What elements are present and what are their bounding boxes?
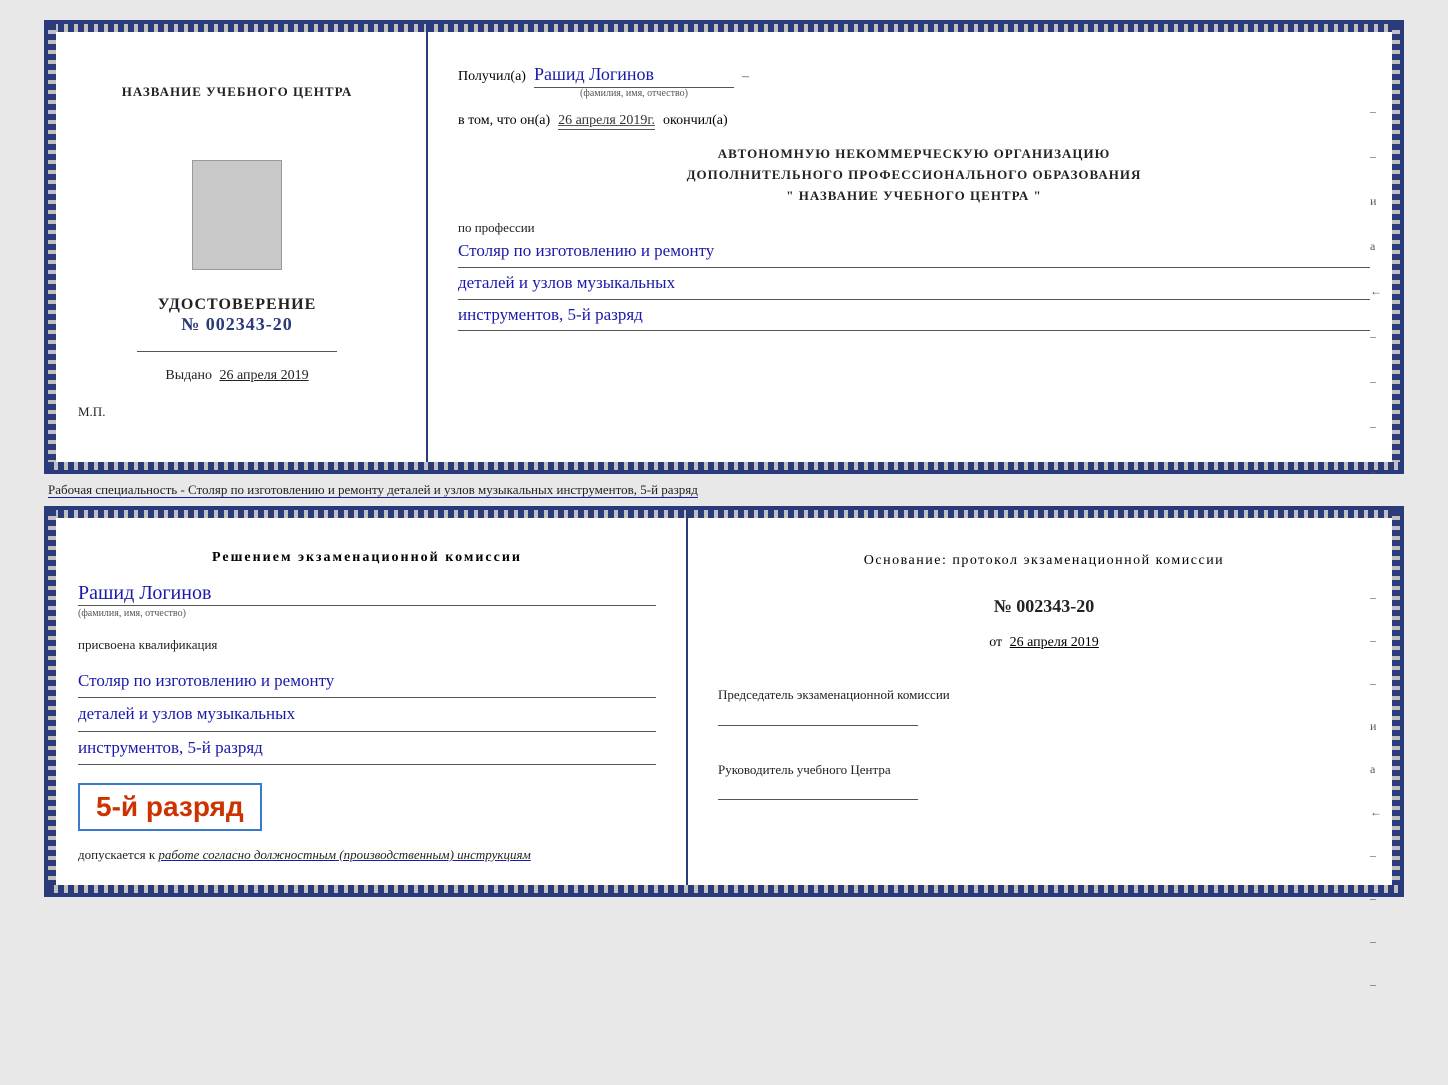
rukovod-sign-line: [718, 799, 918, 800]
decision-label: Решением экзаменационной комиссии: [78, 550, 656, 566]
date-line: в том, что он(а) 26 апреля 2019г. окончи…: [458, 113, 1370, 130]
org-block: АВТОНОМНУЮ НЕКОММЕРЧЕСКУЮ ОРГАНИЗАЦИЮ ДО…: [458, 144, 1370, 206]
profession-line3: инструментов, 5-й разряд: [458, 300, 1370, 332]
bottom-left-panel: Решением экзаменационной комиссии Рашид …: [48, 510, 688, 893]
profession-block: по профессии Столяр по изготовлению и ре…: [458, 220, 1370, 331]
qualification-line1: Столяр по изготовлению и ремонту: [78, 665, 656, 698]
recipient-line: Получил(а) Рашид Логинов (фамилия, имя, …: [458, 64, 1370, 99]
chairman-block: Председатель экзаменационной комиссии: [718, 685, 1370, 726]
separator-text: Рабочая специальность - Столяр по изгото…: [44, 474, 1404, 506]
top-right-panel: Получил(а) Рашид Логинов (фамилия, имя, …: [428, 24, 1400, 470]
bottom-document: Решением экзаменационной комиссии Рашид …: [44, 506, 1404, 897]
date-value: 26 апреля 2019г.: [558, 113, 655, 130]
rukovod-block: Руководитель учебного Центра: [718, 760, 1370, 801]
qualification-line3: инструментов, 5-й разряд: [78, 732, 656, 765]
vydano-line: Выдано 26 апреля 2019: [165, 368, 308, 384]
bottom-side-marks: – – – и а ← – – – –: [1370, 590, 1382, 992]
rank-box: 5-й разряд: [78, 783, 262, 831]
profession-line1: Столяр по изготовлению и ремонту: [458, 236, 1370, 268]
udostoverenie-label: УДОСТОВЕРЕНИЕ № 002343-20: [158, 296, 317, 335]
vydano-date: 26 апреля 2019: [219, 368, 308, 383]
side-marks: – – и а ← – – – –: [1370, 104, 1382, 479]
protocol-date: от 26 апреля 2019: [718, 635, 1370, 651]
rukovod-label: Руководитель учебного Центра: [718, 760, 1370, 780]
dopuskaetsya-line: допускается к работе согласно должностны…: [78, 847, 656, 863]
mp-label: М.П.: [78, 404, 105, 440]
chairman-sign-line: [718, 725, 918, 726]
protocol-number: № 002343-20: [718, 596, 1370, 617]
center-name-label: НАЗВАНИЕ УЧЕБНОГО ЦЕНТРА: [122, 84, 353, 100]
profession-line2: деталей и узлов музыкальных: [458, 268, 1370, 300]
protocol-date-value: 26 апреля 2019: [1010, 635, 1099, 650]
chairman-label: Председатель экзаменационной комиссии: [718, 685, 1370, 705]
rank-text: 5-й разряд: [96, 791, 244, 822]
bottom-right-panel: Основание: протокол экзаменационной коми…: [688, 510, 1400, 893]
qualification-line2: деталей и узлов музыкальных: [78, 698, 656, 731]
qualification-block: Столяр по изготовлению и ремонту деталей…: [78, 665, 656, 765]
document-container: НАЗВАНИЕ УЧЕБНОГО ЦЕНТРА УДОСТОВЕРЕНИЕ №…: [44, 20, 1404, 897]
photo-placeholder: [192, 160, 282, 270]
dopusk-value: работе согласно должностным (производств…: [158, 847, 530, 862]
cert-number: № 002343-20: [158, 314, 317, 335]
person-name: Рашид Логинов: [78, 582, 656, 606]
recipient-name: Рашид Логинов: [534, 64, 734, 88]
osnov-label: Основание: протокол экзаменационной коми…: [718, 550, 1370, 572]
top-document: НАЗВАНИЕ УЧЕБНОГО ЦЕНТРА УДОСТОВЕРЕНИЕ №…: [44, 20, 1404, 474]
top-left-panel: НАЗВАНИЕ УЧЕБНОГО ЦЕНТРА УДОСТОВЕРЕНИЕ №…: [48, 24, 428, 470]
